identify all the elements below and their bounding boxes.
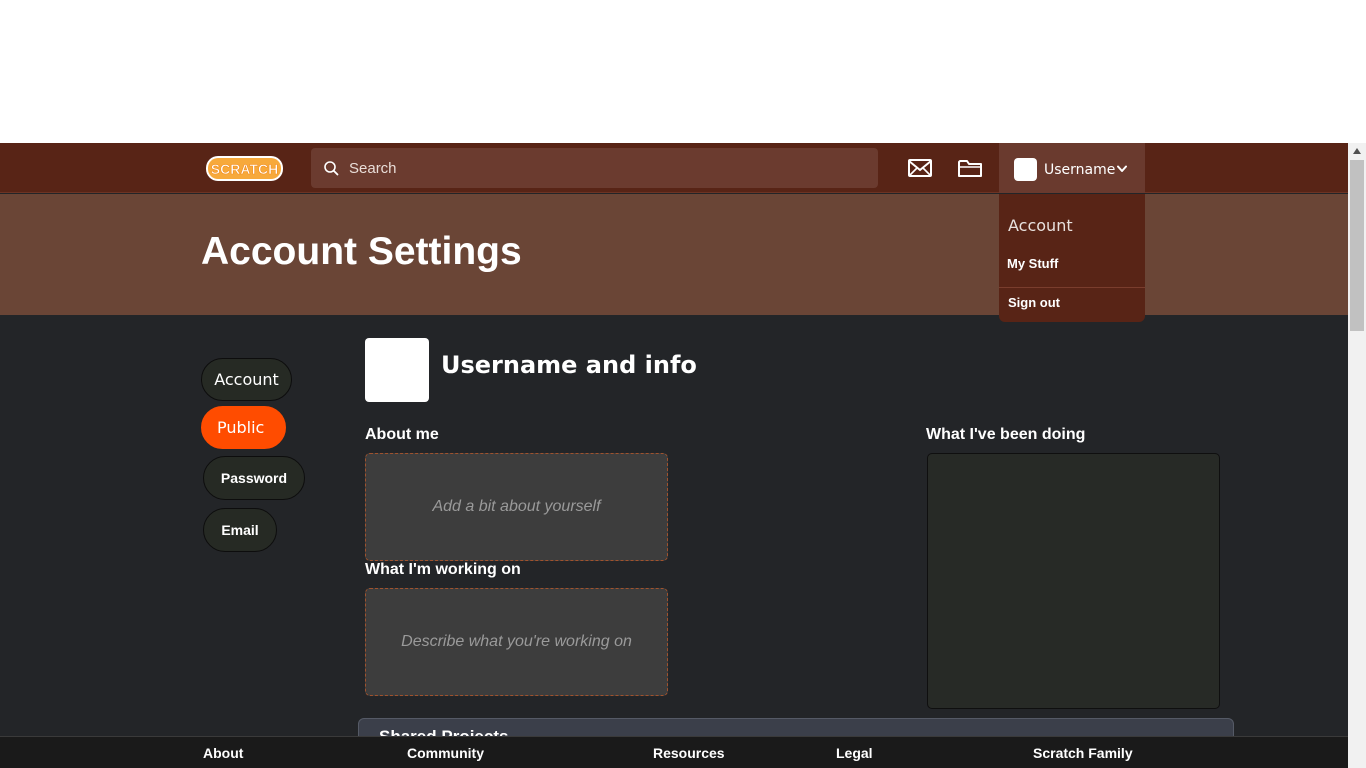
footer-link-about[interactable]: About [203,745,243,761]
chevron-down-icon [1117,165,1127,172]
profile-avatar[interactable] [365,338,429,402]
search-icon [324,161,339,176]
sidebar-item-password[interactable]: Password [203,456,305,500]
activity-label: What I've been doing [926,426,1086,443]
scrollbar-thumb[interactable] [1350,160,1364,331]
footer-link-legal[interactable]: Legal [836,745,873,761]
scratch-logo[interactable]: SCRATCH [205,154,284,183]
search-input[interactable] [349,148,869,188]
scroll-up-arrow-icon[interactable] [1352,147,1362,155]
page-viewport: SCRATCH Username Accoun [0,143,1348,768]
svg-text:SCRATCH: SCRATCH [211,161,278,177]
blank-top-area [0,0,1366,143]
footer-link-community[interactable]: Community [407,745,484,761]
avatar [1014,158,1037,181]
messages-icon[interactable] [907,156,933,180]
section-heading: Username and info [441,351,697,379]
footer: About Community Resources Legal Scratch … [0,736,1348,768]
footer-link-scratch-family[interactable]: Scratch Family [1033,745,1133,761]
user-menu-button[interactable]: Username [999,143,1145,193]
about-me-field[interactable]: Add a bit about yourself [365,453,668,561]
about-me-label: About me [365,426,439,443]
sidebar-item-public[interactable]: Public [201,406,286,449]
username-label: Username [1044,162,1116,178]
footer-link-resources[interactable]: Resources [653,745,725,761]
sidebar-item-email[interactable]: Email [203,508,277,552]
page-header: Account Settings [0,194,1348,315]
working-on-field[interactable]: Describe what you're working on [365,588,668,696]
dropdown-item-sign-out[interactable]: Sign out [1008,295,1060,310]
about-me-placeholder: Add a bit about yourself [432,498,601,515]
working-on-placeholder: Describe what you're working on [401,633,632,650]
folder-icon[interactable] [957,156,983,180]
user-dropdown-menu: Account My Stuff Sign out [999,194,1145,322]
top-navbar: SCRATCH Username [0,143,1348,193]
dropdown-divider [999,287,1145,288]
page-title: Account Settings [201,230,522,273]
vertical-scrollbar[interactable] [1348,143,1366,768]
sidebar-item-account[interactable]: Account [201,358,292,401]
dropdown-item-my-stuff[interactable]: My Stuff [1007,256,1058,271]
dropdown-item-account[interactable]: Account [1008,216,1073,235]
search-bar[interactable] [311,148,878,188]
working-on-label: What I'm working on [365,561,521,578]
activity-panel [927,453,1220,709]
